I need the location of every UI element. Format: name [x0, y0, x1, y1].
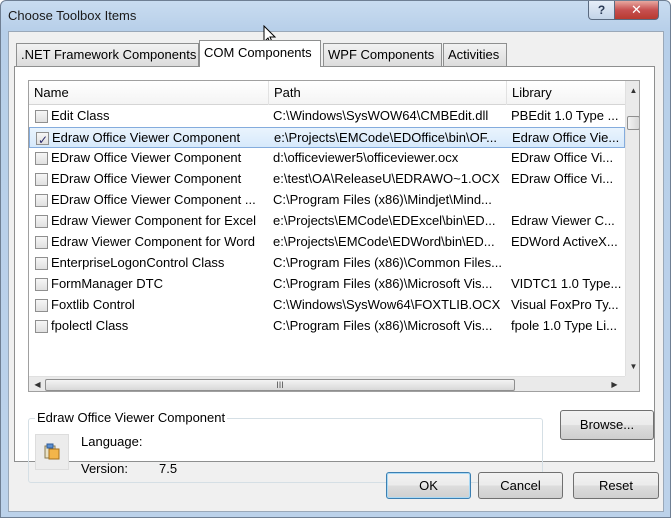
- table-row[interactable]: fpolectl Class C:\Program Files (x86)\Mic…: [29, 316, 625, 337]
- row-checkbox[interactable]: [35, 236, 48, 249]
- table-row[interactable]: EnterpriseLogonControl Class C:\Program F…: [29, 253, 625, 274]
- row-checkbox[interactable]: [35, 110, 48, 123]
- row-checkbox[interactable]: [35, 320, 48, 333]
- checkmark-icon: ✓: [38, 133, 49, 145]
- browse-button[interactable]: Browse...: [560, 410, 654, 440]
- help-button[interactable]: ?: [588, 1, 615, 20]
- column-header-library[interactable]: Library: [507, 81, 625, 105]
- tab-wpf-components[interactable]: WPF Components: [323, 43, 442, 66]
- row-checkbox[interactable]: ✓: [36, 132, 49, 145]
- version-label: Version:: [81, 461, 128, 476]
- table-row[interactable]: FormManager DTC C:\Program Files (x86)\Mi…: [29, 274, 625, 295]
- table-row[interactable]: EDraw Office Viewer Component d:\officevi…: [29, 148, 625, 169]
- dialog-window: Choose Toolbox Items ? ✕ .NET Framework …: [0, 0, 671, 518]
- scroll-left-arrow-icon[interactable]: ◀: [30, 377, 45, 391]
- table-row[interactable]: Edit Class C:\Windows\SysWOW64\CMBEdit.dl…: [29, 106, 625, 127]
- row-checkbox[interactable]: [35, 173, 48, 186]
- cancel-button[interactable]: Cancel: [478, 472, 563, 499]
- row-library: Visual FoxPro Ty...: [511, 297, 619, 312]
- row-library: VIDTC1 1.0 Type...: [511, 276, 621, 291]
- row-name: Edraw Viewer Component for Excel: [51, 213, 256, 228]
- tab-activities[interactable]: Activities: [443, 43, 507, 66]
- row-library: PBEdit 1.0 Type ...: [511, 108, 619, 123]
- row-library: [511, 190, 621, 211]
- row-path: d:\officeviewer5\officeviewer.ocx: [273, 150, 459, 165]
- tab-com-components[interactable]: COM Components: [199, 40, 321, 67]
- table-row[interactable]: EDraw Office Viewer Component ... C:\Prog…: [29, 190, 625, 211]
- column-header-path[interactable]: Path: [269, 81, 507, 105]
- row-path: C:\Windows\SysWOW64\CMBEdit.dll: [273, 108, 489, 123]
- row-path: C:\Program Files (x86)\Microsoft Vis...: [273, 276, 493, 291]
- row-library: [511, 253, 621, 274]
- close-button[interactable]: ✕: [614, 1, 659, 20]
- vertical-scroll-thumb[interactable]: [627, 116, 639, 130]
- window-title: Choose Toolbox Items: [8, 8, 137, 23]
- table-row[interactable]: ✓ Edraw Office Viewer Component e:\Project…: [29, 127, 625, 148]
- row-name: EDraw Office Viewer Component: [51, 150, 242, 165]
- row-path: C:\Program Files (x86)\Mindjet\Mind...: [273, 192, 492, 207]
- component-icon: [35, 434, 69, 470]
- table-row[interactable]: Edraw Viewer Component for Word e:\Projec…: [29, 232, 625, 253]
- row-name: Foxtlib Control: [51, 297, 135, 312]
- list-header: Name Path Library: [29, 81, 625, 105]
- components-list[interactable]: Name Path Library Edit Class C:\Windows\S…: [28, 80, 640, 392]
- close-icon: ✕: [631, 2, 642, 17]
- row-name: EnterpriseLogonControl Class: [51, 255, 225, 270]
- row-checkbox[interactable]: [35, 278, 48, 291]
- row-name: EDraw Office Viewer Component ...: [51, 192, 256, 207]
- row-name: FormManager DTC: [51, 276, 163, 291]
- row-name: Edit Class: [51, 108, 110, 123]
- scroll-up-arrow-icon[interactable]: ▲: [626, 83, 639, 98]
- column-header-name[interactable]: Name: [29, 81, 269, 105]
- tab-panel-com-components: Name Path Library Edit Class C:\Windows\S…: [14, 66, 655, 483]
- row-name: EDraw Office Viewer Component: [51, 171, 242, 186]
- row-checkbox[interactable]: [35, 257, 48, 270]
- row-path: C:\Program Files (x86)\Common Files...: [273, 255, 501, 270]
- scroll-down-arrow-icon[interactable]: ▼: [626, 359, 639, 374]
- row-checkbox[interactable]: [35, 152, 48, 165]
- row-name: Edraw Office Viewer Component: [52, 130, 241, 145]
- row-library: Edraw Viewer C...: [511, 213, 615, 228]
- ok-button[interactable]: OK: [386, 472, 471, 499]
- row-path: e:\Projects\EMCode\EDWord\bin\ED...: [273, 234, 495, 249]
- title-bar[interactable]: Choose Toolbox Items ? ✕: [1, 1, 670, 31]
- vertical-scrollbar[interactable]: ▲ ▼: [625, 81, 639, 376]
- details-title: Edraw Office Viewer Component: [35, 410, 228, 425]
- row-path: e:\test\OA\ReleaseU\EDRAWO~1.OCX: [273, 171, 500, 186]
- row-library: Edraw Office Vie...: [512, 130, 620, 145]
- row-library: fpole 1.0 Type Li...: [511, 318, 617, 333]
- horizontal-scroll-thumb[interactable]: III: [45, 379, 515, 391]
- scroll-right-arrow-icon[interactable]: ▶: [607, 377, 622, 391]
- table-row[interactable]: EDraw Office Viewer Component e:\test\OA\…: [29, 169, 625, 190]
- tab-net-framework-components[interactable]: .NET Framework Components: [16, 43, 199, 66]
- row-name: fpolectl Class: [51, 318, 129, 333]
- row-path: e:\Projects\EMCode\EDOffice\bin\OF...: [274, 130, 498, 145]
- row-library: EDraw Office Vi...: [511, 171, 614, 186]
- horizontal-scrollbar[interactable]: ◀ III ▶: [29, 376, 625, 391]
- reset-button[interactable]: Reset: [573, 472, 659, 499]
- row-path: e:\Projects\EMCode\EDExcel\bin\ED...: [273, 213, 496, 228]
- help-icon: ?: [597, 3, 606, 17]
- row-checkbox[interactable]: [35, 215, 48, 228]
- list-body: Edit Class C:\Windows\SysWOW64\CMBEdit.dl…: [29, 106, 625, 376]
- scrollbar-corner: [625, 376, 639, 391]
- row-library: EDraw Office Vi...: [511, 150, 614, 165]
- row-checkbox[interactable]: [35, 194, 48, 207]
- dialog-client: .NET Framework Components COM Components…: [8, 31, 664, 512]
- table-row[interactable]: Foxtlib Control C:\Windows\SysWow64\FOXTL…: [29, 295, 625, 316]
- row-name: Edraw Viewer Component for Word: [51, 234, 256, 249]
- row-path: C:\Program Files (x86)\Microsoft Vis...: [273, 318, 493, 333]
- row-library: EDWord ActiveX...: [511, 234, 618, 249]
- row-checkbox[interactable]: [35, 299, 48, 312]
- scroll-grip-icon: III: [276, 380, 284, 390]
- row-path: C:\Windows\SysWow64\FOXTLIB.OCX: [273, 297, 501, 312]
- table-row[interactable]: Edraw Viewer Component for Excel e:\Proje…: [29, 211, 625, 232]
- language-label: Language:: [81, 434, 143, 449]
- version-value: 7.5: [159, 461, 178, 476]
